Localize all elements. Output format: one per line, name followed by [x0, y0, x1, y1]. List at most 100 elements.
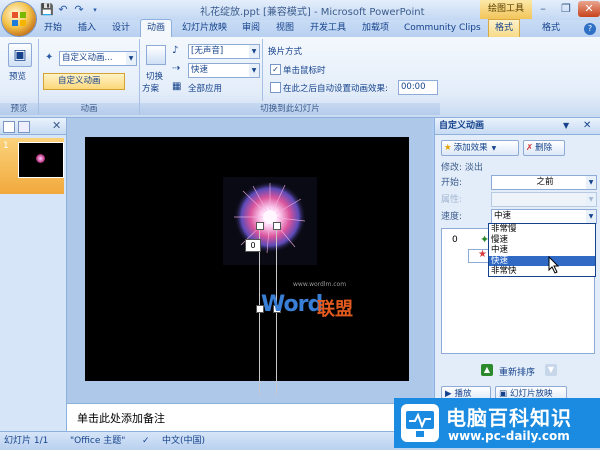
- start-select[interactable]: 之前 ▼: [491, 175, 597, 190]
- animate-combo[interactable]: 自定义动画... ▼: [59, 51, 137, 66]
- minimize-button[interactable]: –: [532, 1, 554, 17]
- resize-handle[interactable]: [256, 222, 264, 230]
- tab-format[interactable]: 格式: [536, 20, 566, 37]
- firework-graphic: [234, 181, 306, 254]
- firework-mini: [36, 154, 45, 163]
- animations-group: ✦ 自定义动画... ▼ 自定义动画 动画: [39, 37, 139, 117]
- notes-placeholder: 单击此处添加备注: [77, 412, 165, 425]
- ribbon: ▣ 预览 预览 ✦ 自定义动画... ▼ 自定义动画 动画 切换 方案 ♪ [无声…: [0, 37, 600, 118]
- slides-tab-icon[interactable]: [3, 121, 15, 133]
- animation-order-tag[interactable]: 0: [245, 239, 261, 252]
- move-down-icon[interactable]: ▼: [545, 364, 557, 376]
- transition-scheme-icon[interactable]: [146, 45, 166, 65]
- tab-developer[interactable]: 开发工具: [304, 20, 352, 37]
- brand-url: www.pc-daily.com: [448, 429, 570, 443]
- brand-logo-icon: [401, 404, 439, 442]
- help-icon[interactable]: ?: [584, 23, 596, 35]
- speed-option-highlighted[interactable]: 快速: [489, 255, 595, 266]
- sound-icon: ♪: [172, 45, 179, 56]
- speed-option[interactable]: 非常快: [489, 266, 595, 277]
- reorder-label: 重新排序: [499, 368, 536, 378]
- star-icon: ★: [444, 143, 452, 153]
- title-bar: 💾 ↶ ↷ ▾ 礼花绽放.ppt [兼容模式] - Microsoft Powe…: [0, 0, 600, 20]
- maximize-button[interactable]: ❐: [555, 1, 577, 17]
- undo-icon[interactable]: ↶: [56, 3, 70, 17]
- pane-header: 自定义动画 ▼ ✕: [435, 118, 600, 135]
- tab-insert[interactable]: 插入: [72, 20, 102, 37]
- transition-sound-select[interactable]: [无声音] ▼: [188, 44, 260, 59]
- on-mouse-click-checkbox[interactable]: ✓: [270, 64, 281, 75]
- speed-option[interactable]: 慢速: [489, 235, 595, 246]
- close-icon[interactable]: ✕: [52, 119, 61, 132]
- tab-drawing-format[interactable]: 格式: [488, 19, 521, 38]
- divider: [262, 39, 263, 101]
- slides-pane: ✕ 1: [0, 118, 67, 431]
- slide-editing-area: 0 Word 联盟 www.wordlm.com: [67, 118, 432, 403]
- outline-tab-icon[interactable]: [18, 121, 30, 133]
- move-up-icon[interactable]: ▲: [481, 364, 493, 376]
- apply-to-all-button[interactable]: 全部应用: [188, 82, 222, 94]
- transition-scheme-label-2[interactable]: 方案: [142, 82, 159, 94]
- watermark-url: www.wordlm.com: [293, 281, 347, 288]
- slide-canvas[interactable]: 0 Word 联盟 www.wordlm.com: [85, 137, 409, 395]
- apply-all-icon: ▦: [172, 81, 182, 92]
- ribbon-tabs: 开始 插入 设计 动画 幻灯片放映 审阅 视图 开发工具 加载项 Communi…: [0, 19, 600, 38]
- animate-icon: ✦: [45, 52, 54, 63]
- tab-addins[interactable]: 加载项: [356, 20, 395, 37]
- close-button[interactable]: ✕: [578, 1, 600, 17]
- site-watermark: 电脑百科知识 www.pc-daily.com: [394, 398, 600, 448]
- tab-slideshow[interactable]: 幻灯片放映: [176, 20, 233, 37]
- speed-label: 速度:: [441, 212, 463, 222]
- tab-review[interactable]: 审阅: [236, 20, 266, 37]
- customize-qat-icon[interactable]: ▾: [88, 3, 102, 17]
- firework-image[interactable]: [223, 177, 317, 265]
- preview-group: ▣ 预览 预览: [0, 37, 38, 117]
- chevron-down-icon: ▼: [126, 52, 136, 65]
- watermark-word: Word: [261, 292, 323, 317]
- close-icon[interactable]: ✕: [583, 118, 591, 134]
- tab-view[interactable]: 视图: [270, 20, 300, 37]
- pane-title: 自定义动画: [439, 121, 485, 131]
- custom-animation-button[interactable]: 自定义动画: [43, 73, 125, 90]
- language: 中文(中国): [162, 436, 206, 446]
- transition-group-label: 切换到此幻灯片: [140, 103, 440, 115]
- chevron-down-icon: ▼: [586, 193, 596, 206]
- slide-thumbnail[interactable]: 1: [0, 138, 64, 194]
- star-icon: ★: [478, 249, 487, 260]
- preview-icon[interactable]: ▣: [8, 43, 32, 67]
- office-button[interactable]: [2, 2, 36, 36]
- notes-pane[interactable]: 单击此处添加备注: [67, 403, 432, 432]
- redo-icon[interactable]: ↷: [72, 3, 86, 17]
- preview-button[interactable]: 预览: [9, 70, 26, 82]
- pane-menu-icon[interactable]: ▼: [563, 118, 569, 134]
- tab-design[interactable]: 设计: [106, 20, 136, 37]
- advance-slide-title: 换片方式: [268, 47, 303, 57]
- modify-label: 修改: 淡出: [441, 163, 483, 173]
- add-effect-button[interactable]: ★ 添加效果 ▼: [441, 140, 519, 156]
- watermark-cn: 联盟: [317, 299, 353, 320]
- remove-button[interactable]: ✗ 删除: [523, 140, 565, 156]
- on-mouse-click-label: 单击鼠标时: [283, 66, 326, 76]
- spellcheck-icon[interactable]: ✓: [142, 432, 150, 450]
- brand-name: 电脑百科知识: [446, 406, 572, 430]
- speed-option[interactable]: 非常慢: [489, 224, 595, 235]
- save-icon[interactable]: 💾: [40, 3, 54, 17]
- chevron-down-icon: ▼: [586, 210, 596, 223]
- auto-after-checkbox[interactable]: [270, 82, 281, 93]
- speed-dropdown-list[interactable]: 非常慢 慢速 中速 快速 非常快: [488, 223, 596, 277]
- auto-time-spinner[interactable]: 00:00: [398, 80, 438, 95]
- tab-home[interactable]: 开始: [38, 20, 68, 37]
- property-select: ▼: [491, 192, 597, 207]
- preview-group-label: 预览: [0, 103, 38, 115]
- speed-option[interactable]: 中速: [489, 245, 595, 256]
- chevron-down-icon: ▼: [249, 64, 259, 77]
- transition-speed-select[interactable]: 快速 ▼: [188, 63, 260, 78]
- transition-scheme-label-1[interactable]: 切换: [146, 70, 163, 82]
- tab-animations[interactable]: 动画: [140, 19, 173, 38]
- resize-handle[interactable]: [273, 222, 281, 230]
- theme-name: "Office 主题": [70, 436, 126, 446]
- drawing-tools-context-tab: 绘图工具: [480, 0, 532, 19]
- speed-select[interactable]: 中速 ▼: [491, 209, 597, 224]
- window-title: 礼花绽放.ppt [兼容模式] - Microsoft PowerPoint: [200, 7, 425, 18]
- tab-community-clips[interactable]: Community Clips: [398, 20, 487, 37]
